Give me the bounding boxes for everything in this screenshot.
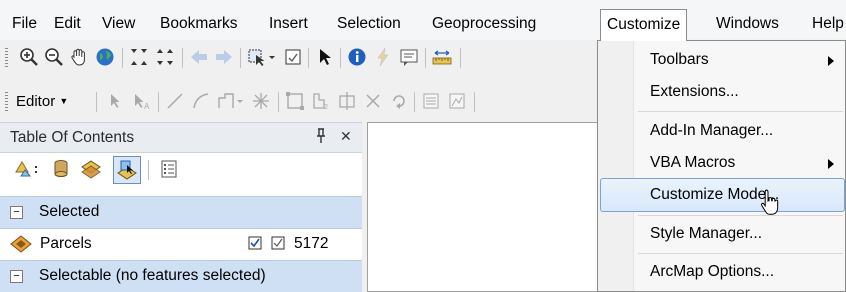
list-by-selection-icon[interactable] (113, 156, 141, 184)
menu-item-toolbars[interactable]: Toolbars (600, 43, 845, 77)
svg-text:A: A (144, 102, 150, 111)
menu-item-add-in-manager[interactable]: Add-In Manager... (600, 114, 845, 148)
rotate-icon[interactable] (388, 90, 410, 112)
editor-label: Editor (16, 93, 56, 110)
point-tool-icon[interactable] (250, 90, 272, 112)
sketch-properties-icon[interactable] (446, 90, 468, 112)
editor-toolbar-grip[interactable] (5, 92, 8, 112)
cut-polygons-icon[interactable] (336, 90, 358, 112)
menu-item-extensions[interactable]: Extensions... (600, 75, 845, 109)
select-by-rectangle-icon[interactable] (246, 46, 278, 68)
layer-row-parcels[interactable]: Parcels 5172 (0, 229, 362, 259)
zoom-in-icon[interactable] (18, 46, 40, 68)
toc-title-bar: Table Of Contents ✕ (0, 123, 362, 153)
menu-item-customize-mode[interactable]: Customize Mode... (600, 178, 845, 212)
mouse-pointer-icon (759, 189, 781, 223)
selected-feature-count: 5172 (294, 235, 329, 252)
clear-selection-icon[interactable] (282, 46, 304, 68)
menu-customize[interactable]: Customize (600, 9, 688, 41)
menu-help[interactable]: Help (812, 13, 844, 35)
reshape-feature-icon[interactable]: 2 (310, 90, 332, 112)
toolbar-grip[interactable] (5, 48, 8, 68)
selected-group-label: Selected (39, 203, 100, 220)
table-of-contents-panel: Table Of Contents ✕ − Selected Parcels 5… (0, 122, 362, 292)
toc-toolbar (0, 153, 362, 187)
zoom-out-icon[interactable] (43, 46, 65, 68)
collapse-toggle-icon[interactable]: − (10, 270, 23, 283)
selectable-group-label: Selectable (no features selected) (39, 267, 266, 284)
layer-name: Parcels (40, 235, 92, 252)
menu-item-vba-macros[interactable]: VBA Macros (600, 146, 845, 180)
submenu-arrow-icon (828, 159, 834, 169)
collapse-toggle-icon[interactable]: − (10, 206, 23, 219)
pin-icon[interactable] (314, 127, 328, 148)
list-by-visibility-icon[interactable] (80, 158, 102, 180)
end-point-arc-icon[interactable] (190, 90, 212, 112)
list-by-source-icon[interactable] (50, 158, 72, 180)
polygon-layer-icon (10, 235, 32, 257)
fixed-zoom-out-icon[interactable] (154, 46, 176, 68)
menu-bar: File Edit View Bookmarks Insert Selectio… (0, 0, 846, 41)
full-extent-globe-icon[interactable] (94, 46, 116, 68)
edit-vertices-icon[interactable] (284, 90, 306, 112)
editor-menu-button[interactable]: Editor ▼ (16, 93, 68, 110)
menu-windows[interactable]: Windows (716, 13, 779, 35)
selectable-group-row[interactable]: − Selectable (no features selected) (0, 260, 362, 292)
menu-file[interactable]: File (12, 13, 37, 35)
delete-x-icon[interactable] (362, 90, 384, 112)
fixed-zoom-in-icon[interactable] (128, 46, 150, 68)
submenu-arrow-icon (828, 56, 834, 66)
menu-bookmarks[interactable]: Bookmarks (160, 13, 238, 35)
trace-tool-icon[interactable] (216, 90, 246, 112)
hyperlink-bolt-icon[interactable] (372, 46, 394, 68)
menu-edit[interactable]: Edit (54, 13, 81, 35)
attributes-icon[interactable] (420, 90, 442, 112)
selection-layer-checkbox-icon[interactable] (248, 236, 262, 254)
editor-toolbar: Editor ▼ A 2 (0, 84, 600, 118)
measure-ruler-icon[interactable] (431, 46, 453, 68)
tools-toolbar (0, 40, 600, 74)
selected-group-row[interactable]: − Selected (0, 196, 362, 229)
customize-menu-dropdown: Toolbars Extensions... Add-In Manager...… (597, 40, 846, 292)
identify-icon[interactable] (346, 46, 368, 68)
options-icon[interactable] (158, 158, 180, 180)
menu-geoprocessing[interactable]: Geoprocessing (432, 13, 536, 35)
menu-item-arcmap-options[interactable]: ArcMap Options... (600, 255, 845, 289)
forward-arrow-icon[interactable] (213, 46, 235, 68)
menu-view[interactable]: View (102, 13, 135, 35)
back-arrow-icon[interactable] (188, 46, 210, 68)
pan-hand-icon[interactable] (68, 46, 90, 68)
toc-title: Table Of Contents (10, 129, 135, 146)
selectable-checkbox-icon[interactable] (271, 236, 285, 254)
list-by-drawing-order-icon[interactable] (12, 158, 42, 180)
edit-annotation-tool-icon[interactable]: A (130, 90, 152, 112)
svg-text:2: 2 (324, 104, 328, 111)
select-elements-arrow-icon[interactable] (314, 46, 336, 68)
straight-segment-icon[interactable] (164, 90, 186, 112)
html-popup-icon[interactable] (398, 46, 420, 68)
menu-item-style-manager[interactable]: Style Manager... (600, 217, 845, 251)
edit-tool-arrow-icon[interactable] (104, 90, 126, 112)
menu-insert[interactable]: Insert (269, 13, 308, 35)
close-icon[interactable]: ✕ (340, 128, 352, 145)
menu-selection[interactable]: Selection (337, 13, 401, 35)
